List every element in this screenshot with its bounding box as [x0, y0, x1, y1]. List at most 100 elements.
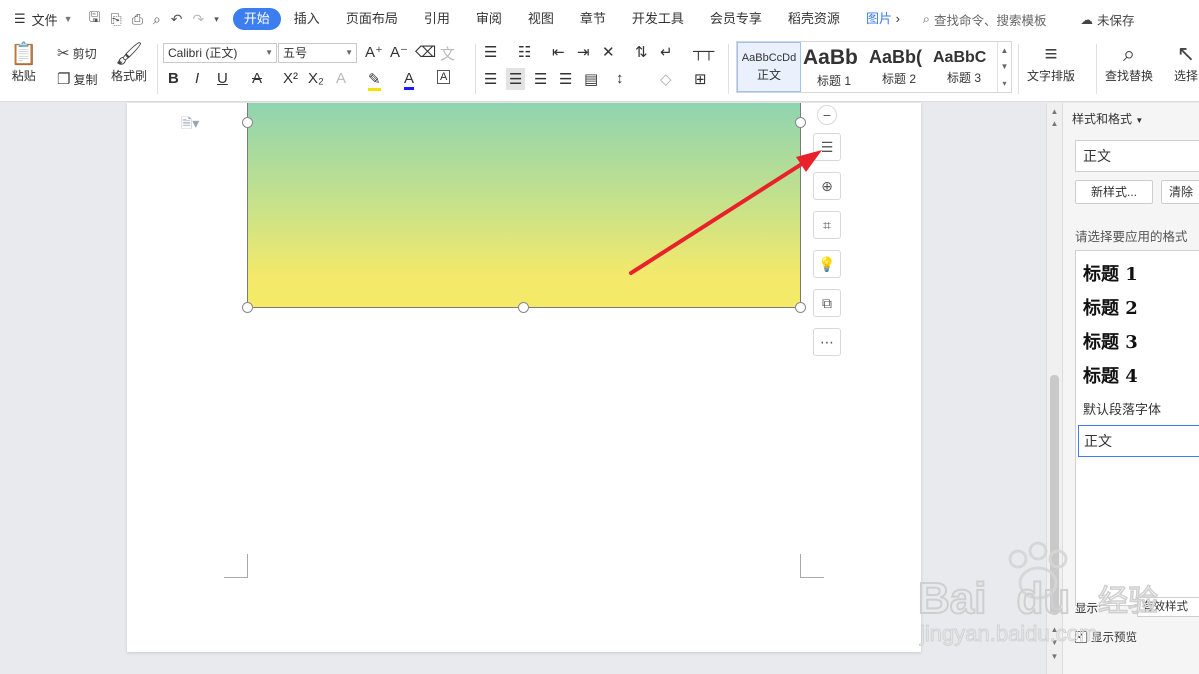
vertical-scrollbar[interactable]: ▲ ▲ ▲ ▼ ▼ [1046, 103, 1062, 674]
resize-handle[interactable] [795, 117, 806, 128]
tab-page-layout[interactable]: 页面布局 [333, 8, 411, 30]
numbered-list-icon[interactable]: ☷ [518, 43, 531, 61]
list-item[interactable]: 标题 3 [1083, 328, 1138, 354]
chevron-down-icon[interactable]: ▼ [1047, 652, 1062, 661]
tab-stops-icon[interactable]: ┬┬ [693, 43, 714, 60]
tab-review[interactable]: 审阅 [463, 8, 515, 30]
paste-button[interactable]: 📋 粘贴 [10, 41, 37, 84]
line-spacing-icon[interactable]: ↕ [616, 70, 624, 87]
tab-developer[interactable]: 开发工具 [619, 8, 697, 30]
paragraph-mark-icon[interactable]: ↵ [660, 43, 673, 61]
increase-indent-icon[interactable]: ⇥ [577, 43, 590, 61]
chinese-layout-icon[interactable]: ✕ [602, 43, 615, 61]
resize-handle[interactable] [242, 302, 253, 313]
style-heading-2[interactable]: AaBb( 标题 2 [867, 42, 931, 92]
print-preview-icon[interactable]: ⌕ [153, 11, 161, 28]
align-left-icon[interactable]: ☰ [484, 70, 497, 88]
decrease-indent-icon[interactable]: ⇤ [552, 43, 565, 61]
crop-icon[interactable]: ⌗ [813, 211, 841, 239]
tab-home[interactable]: 开始 [232, 8, 281, 30]
cut-button[interactable]: ✂ 剪切 [57, 44, 97, 62]
format-painter-button[interactable]: 🖌 格式刷 [111, 41, 147, 84]
list-item[interactable]: 标题 4 [1083, 362, 1138, 388]
list-item[interactable]: 标题 1 [1083, 260, 1138, 286]
sort-icon[interactable]: ⇅ [635, 43, 648, 61]
convert-icon[interactable]: ⧉ [813, 289, 841, 317]
copy-button[interactable]: ❐ 复制 [57, 70, 97, 88]
command-search[interactable]: ⌕ 查找命令、搜索模板 [923, 10, 1047, 29]
customize-icon[interactable]: ▾ [214, 14, 219, 25]
chevron-up-icon[interactable]: ▲ [1001, 46, 1009, 55]
chevron-up-icon[interactable]: ▲ [1047, 107, 1062, 116]
checkbox-checked-icon[interactable]: ✓ [1075, 631, 1087, 643]
clear-format-button[interactable]: 清除 [1161, 180, 1199, 204]
undo-icon[interactable]: ↶ [171, 11, 183, 28]
shading-icon[interactable]: ◇ [660, 70, 672, 88]
grow-font-icon[interactable]: A⁺ [365, 43, 383, 61]
char-border-icon[interactable]: A [437, 70, 451, 84]
chevron-up-icon[interactable]: ▲ [1047, 625, 1062, 634]
borders-icon[interactable]: ⊞ [694, 70, 707, 88]
text-effect-icon[interactable]: A [336, 70, 346, 87]
font-color-icon[interactable]: A [404, 70, 415, 90]
show-select[interactable]: 有效样式 [1137, 597, 1199, 617]
highlight-icon[interactable]: ✎ [368, 70, 381, 91]
chevron-up-icon[interactable]: ▲ [1047, 119, 1062, 128]
print-icon[interactable]: ⎙ [132, 11, 143, 28]
subscript-icon[interactable]: X₂ [308, 70, 324, 87]
tab-insert[interactable]: 插入 [281, 8, 333, 30]
scrollbar-thumb[interactable] [1050, 375, 1059, 615]
list-item-selected[interactable]: 正文 [1078, 425, 1199, 457]
chevron-down-icon[interactable]: ▼ [1047, 638, 1062, 647]
bullet-list-icon[interactable]: ☰ [484, 43, 497, 61]
italic-icon[interactable]: I [195, 70, 199, 87]
select-button[interactable]: ↖ 选择 [1174, 41, 1198, 84]
preview-checkbox[interactable]: ✓ 显示预览 [1075, 629, 1137, 645]
expand-gallery-icon[interactable]: ▾ [1002, 79, 1006, 88]
document-page[interactable]: 🗎▾ − ☰ ⊕ ⌗ 💡 ⧉ ⋯ [127, 103, 921, 652]
tab-references[interactable]: 引用 [411, 8, 463, 30]
font-size-select[interactable]: 五号 ▼ [278, 43, 357, 63]
export-pdf-icon[interactable]: ⎘ [111, 11, 122, 28]
cloud-save-status[interactable]: ☁ 未保存 [1080, 10, 1134, 29]
current-style-field[interactable]: 正文 [1075, 140, 1199, 172]
selected-image[interactable] [247, 103, 801, 308]
resize-handle[interactable] [518, 302, 529, 313]
tab-docer-resources[interactable]: 稻壳资源 [775, 8, 853, 30]
list-item[interactable]: 默认段落字体 [1083, 399, 1161, 418]
style-normal[interactable]: AaBbCcDd 正文 [737, 42, 801, 92]
panel-header[interactable]: 样式和格式 ▼ [1072, 110, 1143, 127]
zoom-out-icon[interactable]: − [817, 105, 837, 125]
style-gallery-scroll[interactable]: ▲ ▼ ▾ [997, 42, 1011, 92]
list-item[interactable]: 标题 2 [1083, 294, 1138, 320]
clear-format-icon[interactable]: ⌫ [415, 43, 436, 61]
text-layout-button[interactable]: ≡ 文字排版 [1027, 41, 1075, 84]
zoom-in-icon[interactable]: ⊕ [813, 172, 841, 200]
layout-options-icon[interactable]: ☰ [813, 133, 841, 161]
more-icon[interactable]: ⋯ [813, 328, 841, 356]
align-right-icon[interactable]: ☰ [534, 70, 547, 88]
chevron-down-icon[interactable]: ▼ [1001, 62, 1009, 71]
new-style-button[interactable]: 新样式... [1075, 180, 1153, 204]
resize-handle[interactable] [795, 302, 806, 313]
save-icon[interactable]: 🖫 [89, 7, 101, 31]
style-heading-1[interactable]: AaBb 标题 1 [801, 42, 867, 92]
redo-icon[interactable]: ↷ [193, 11, 205, 28]
phonetic-guide-icon[interactable]: 文 [440, 43, 455, 64]
find-replace-button[interactable]: ⌕ 查找替换 [1105, 41, 1153, 84]
font-name-select[interactable]: Calibri (正文) ▼ [163, 43, 277, 63]
tab-member[interactable]: 会员专享 [697, 8, 775, 30]
smart-icon[interactable]: 💡 [813, 250, 841, 278]
tab-section[interactable]: 章节 [567, 8, 619, 30]
file-menu[interactable]: ☰ 文件 ▼ [0, 0, 73, 38]
strikethrough-icon[interactable]: A [252, 70, 262, 87]
justify-icon[interactable]: ☰ [559, 70, 572, 88]
tab-view[interactable]: 视图 [515, 8, 567, 30]
superscript-icon[interactable]: X² [283, 70, 298, 87]
resize-handle[interactable] [242, 117, 253, 128]
tab-picture[interactable]: 图片 › [853, 8, 913, 30]
distributed-icon[interactable]: ▤ [584, 70, 598, 88]
align-center-icon[interactable]: ☰ [506, 68, 526, 90]
document-canvas[interactable]: 🗎▾ − ☰ ⊕ ⌗ 💡 ⧉ ⋯ [0, 103, 1048, 674]
style-heading-3[interactable]: AaBbC 标题 3 [931, 42, 997, 92]
